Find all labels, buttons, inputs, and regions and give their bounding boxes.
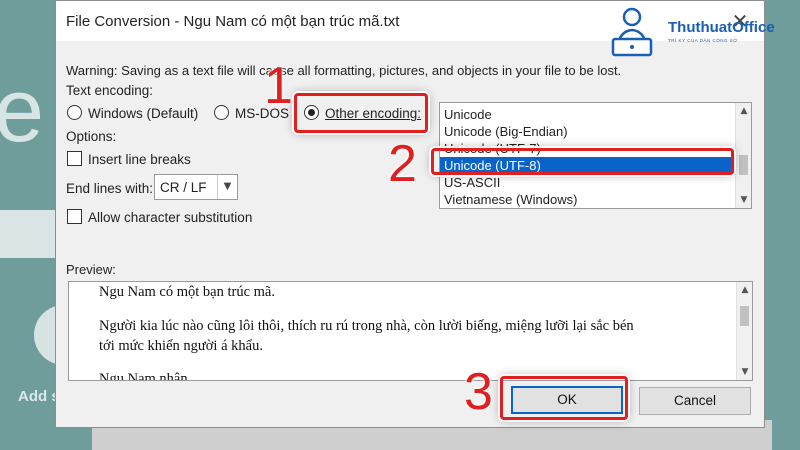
- scroll-up-icon[interactable]: ▲: [736, 103, 751, 119]
- text-encoding-label: Text encoding:: [66, 83, 154, 98]
- scroll-up-icon[interactable]: ▲: [737, 282, 752, 298]
- highlight-other-encoding: [294, 93, 428, 133]
- insert-line-breaks-checkbox[interactable]: [67, 151, 82, 166]
- logo-tagline: TRÍ KỲ CỦA DÂN CÔNG SỞ: [668, 38, 738, 43]
- end-lines-value: CR / LF: [160, 180, 207, 195]
- preview-line: Ngu Nam nhận ...: [99, 371, 203, 381]
- ms-dos-radio[interactable]: [214, 105, 229, 120]
- scroll-thumb[interactable]: [740, 306, 749, 326]
- options-label: Options:: [66, 129, 117, 144]
- thuthuatoffice-logo: ThuthuatOffice TRÍ KỲ CỦA DÂN CÔNG SỞ: [605, 5, 795, 60]
- step-3-number: 3: [464, 363, 493, 421]
- highlight-utf8: [431, 148, 734, 175]
- windows-default-label[interactable]: Windows (Default): [88, 106, 198, 121]
- windows-default-radio[interactable]: [67, 105, 82, 120]
- allow-substitution-label[interactable]: Allow character substitution: [88, 210, 252, 225]
- background-input-bar: [0, 210, 62, 258]
- warning-text: Warning: Saving as a text file will caus…: [66, 63, 622, 78]
- person-laptop-icon: [611, 7, 653, 57]
- allow-substitution-checkbox[interactable]: [67, 209, 82, 224]
- step-2-number: 2: [388, 135, 417, 193]
- cancel-button[interactable]: Cancel: [639, 387, 751, 415]
- preview-line: Người kia lúc nào cũng lôi thôi, thích r…: [99, 318, 634, 334]
- scroll-down-icon[interactable]: ▼: [737, 364, 752, 380]
- preview-line: tới mức khiến người á khẩu.: [99, 338, 263, 354]
- encoding-item[interactable]: Unicode: [440, 106, 736, 123]
- preview-box: Ngu Nam có một bạn trúc mã. Người kia lú…: [68, 281, 753, 381]
- step-1-number: 1: [264, 57, 293, 115]
- file-conversion-dialog: File Conversion - Ngu Nam có một bạn trú…: [55, 0, 765, 428]
- encoding-item[interactable]: Unicode (Big-Endian): [440, 123, 736, 140]
- encoding-item[interactable]: US-ASCII: [440, 174, 736, 191]
- encoding-item[interactable]: Vietnamese (Windows): [440, 191, 736, 208]
- preview-label: Preview:: [66, 262, 116, 277]
- logo-brand: ThuthuatOffice: [668, 19, 775, 36]
- preview-scrollbar[interactable]: ▲ ▼: [736, 282, 752, 380]
- insert-line-breaks-label[interactable]: Insert line breaks: [88, 152, 191, 167]
- background-add-text: Add s: [18, 388, 60, 405]
- end-lines-select[interactable]: CR / LF ▼: [154, 174, 238, 200]
- scroll-thumb[interactable]: [739, 155, 748, 175]
- chevron-down-icon[interactable]: ▼: [217, 175, 237, 199]
- background-letter: e: [0, 61, 45, 161]
- scroll-down-icon[interactable]: ▼: [736, 192, 751, 208]
- encoding-scrollbar[interactable]: ▲ ▼: [735, 103, 751, 208]
- preview-line: Ngu Nam có một bạn trúc mã.: [99, 284, 275, 300]
- highlight-ok: [500, 376, 628, 420]
- dialog-title: File Conversion - Ngu Nam có một bạn trú…: [66, 13, 400, 30]
- end-lines-label: End lines with:: [66, 181, 154, 196]
